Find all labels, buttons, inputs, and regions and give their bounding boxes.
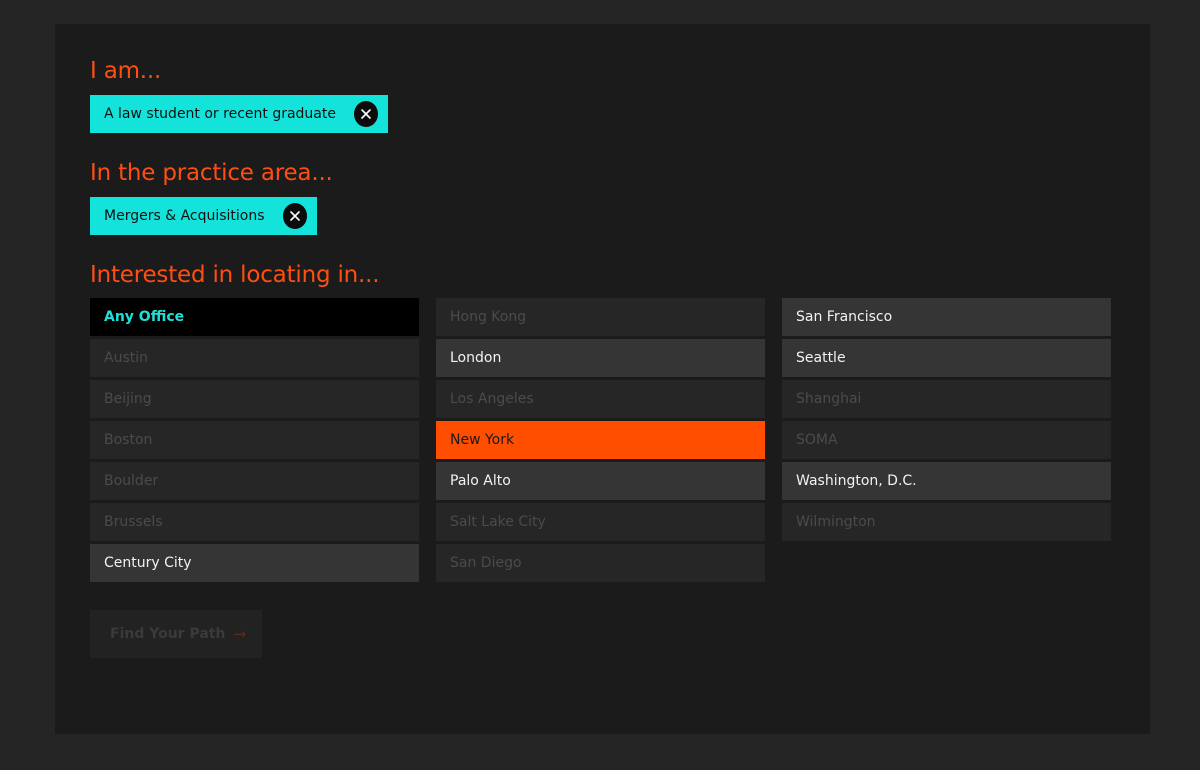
office-option-century-city[interactable]: Century City	[90, 544, 419, 582]
office-option-washington-d-c[interactable]: Washington, D.C.	[782, 462, 1111, 500]
office-option-label: Boulder	[104, 473, 159, 489]
office-option-beijing[interactable]: Beijing	[90, 380, 419, 418]
office-option-label: SOMA	[796, 432, 838, 448]
arrow-right-icon: →	[233, 625, 247, 643]
practice-chip: Mergers & Acquisitions	[90, 197, 317, 235]
office-option-label: London	[450, 350, 502, 366]
office-option-label: Wilmington	[796, 514, 876, 530]
office-option-hong-kong[interactable]: Hong Kong	[436, 298, 765, 336]
office-option-salt-lake-city[interactable]: Salt Lake City	[436, 503, 765, 541]
office-option-label: Seattle	[796, 350, 846, 366]
close-icon[interactable]	[353, 101, 378, 127]
path-finder-panel: I am... A law student or recent graduate…	[55, 24, 1150, 734]
office-option-label: Salt Lake City	[450, 514, 546, 530]
office-option-boston[interactable]: Boston	[90, 421, 419, 459]
office-option-new-york[interactable]: New York	[436, 421, 765, 459]
office-option-label: New York	[450, 432, 515, 448]
location-heading: Interested in locating in...	[90, 262, 380, 288]
office-option-seattle[interactable]: Seattle	[782, 339, 1111, 377]
office-option-boulder[interactable]: Boulder	[90, 462, 419, 500]
office-option-label: San Diego	[450, 555, 522, 571]
office-option-label: San Francisco	[796, 309, 893, 325]
office-option-label: Boston	[104, 432, 153, 448]
office-option-austin[interactable]: Austin	[90, 339, 419, 377]
find-your-path-button[interactable]: Find Your Path →	[90, 610, 262, 658]
office-option-label: Washington, D.C.	[796, 473, 917, 489]
office-option-label: Century City	[104, 555, 192, 571]
close-icon[interactable]	[282, 203, 307, 229]
practice-heading: In the practice area...	[90, 160, 333, 186]
office-option-london[interactable]: London	[436, 339, 765, 377]
office-option-los-angeles[interactable]: Los Angeles	[436, 380, 765, 418]
office-option-soma[interactable]: SOMA	[782, 421, 1111, 459]
office-option-label: Beijing	[104, 391, 152, 407]
office-option-label: Shanghai	[796, 391, 862, 407]
office-option-label: Any Office	[104, 309, 185, 325]
office-option-label: Los Angeles	[450, 391, 534, 407]
office-option-san-francisco[interactable]: San Francisco	[782, 298, 1111, 336]
find-your-path-label: Find Your Path	[110, 626, 226, 642]
role-heading: I am...	[90, 58, 162, 84]
office-option-brussels[interactable]: Brussels	[90, 503, 419, 541]
role-chip-label: A law student or recent graduate	[104, 106, 336, 122]
practice-chip-label: Mergers & Acquisitions	[104, 208, 265, 224]
office-option-any-office[interactable]: Any Office	[90, 298, 419, 336]
office-option-label: Hong Kong	[450, 309, 527, 325]
office-option-label: Brussels	[104, 514, 163, 530]
role-chip: A law student or recent graduate	[90, 95, 388, 133]
office-option-palo-alto[interactable]: Palo Alto	[436, 462, 765, 500]
office-option-shanghai[interactable]: Shanghai	[782, 380, 1111, 418]
office-option-label: Austin	[104, 350, 148, 366]
office-option-san-diego[interactable]: San Diego	[436, 544, 765, 582]
office-option-label: Palo Alto	[450, 473, 511, 489]
office-option-wilmington[interactable]: Wilmington	[782, 503, 1111, 541]
